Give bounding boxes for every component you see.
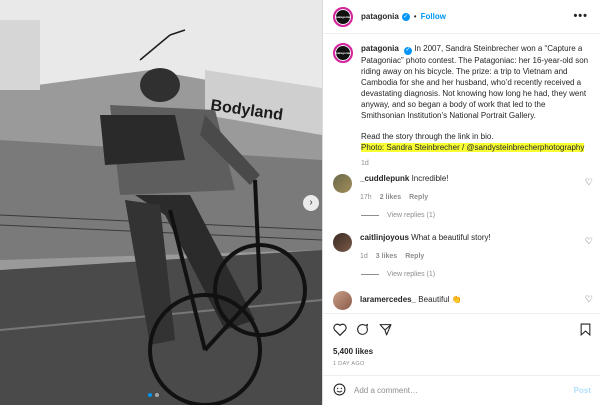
bookmark-icon[interactable] [580,323,591,338]
heart-icon[interactable]: ♡ [585,294,593,305]
comment-likes[interactable]: 2 likes [380,193,401,203]
comment-item: caitlinjoyous What a beautiful story! 1d… [333,233,595,262]
photo-illustration: Bodyland [0,0,322,405]
comment-meta: 1d 3 likes Reply [360,252,595,262]
divider [361,215,379,216]
comment-username[interactable]: caitlinjoyous [360,233,409,242]
comment-input[interactable] [354,386,574,395]
heart-icon[interactable]: ♡ [585,236,593,247]
separator: • [413,12,417,21]
comment-item: _cuddlepunk Incredible! 17h 2 likes Repl… [333,174,595,203]
add-comment-bar: Post [323,375,600,405]
view-replies-button[interactable]: View replies (1) [361,212,435,219]
avatar[interactable]: patagonia [333,6,353,27]
comment-body: caitlinjoyous What a beautiful story! 1d… [360,233,595,262]
heart-icon[interactable]: ♡ [585,177,593,188]
divider [361,274,379,275]
carousel-dot [155,393,159,397]
caption-text: In 2007, Sandra Steinbrecher won a “Capt… [361,44,589,120]
verified-badge-icon: ✓ [401,12,410,21]
commenter-avatar[interactable] [333,174,352,193]
comment-text: What a beautiful story! [411,233,491,242]
view-replies-button[interactable]: View replies (1) [361,271,435,278]
chevron-right-icon: › [309,197,313,208]
comment-meta: 17h 2 likes Reply [360,193,595,203]
comment-age: 17h [360,194,372,201]
smiley-icon[interactable] [333,383,346,398]
comment-text: Beautiful [418,295,450,304]
post-header: patagonia patagonia ✓ • Follow ••• [323,0,600,34]
comment-item: laramercedes_ Beautiful 👏 ♡ [333,291,595,310]
post-panel: patagonia patagonia ✓ • Follow ••• patag… [322,0,600,405]
comment-age: 1d [360,253,368,260]
comment-username[interactable]: laramercedes_ [360,295,416,304]
verified-badge-icon: ✓ [404,46,413,55]
post-photo[interactable]: Bodyland › [0,0,322,405]
post-caption: patagonia patagonia ✓ In 2007, Sandra St… [333,43,591,169]
more-options-icon[interactable]: ••• [573,10,588,22]
comment-likes[interactable]: 3 likes [376,252,397,262]
heart-icon[interactable] [333,323,347,338]
commenter-avatar[interactable] [333,291,352,310]
comment-reply-button[interactable]: Reply [409,193,428,203]
caption-photo-credit[interactable]: Photo: Sandra Steinbrecher / @sandystein… [361,142,585,152]
comment-body: laramercedes_ Beautiful 👏 [360,291,595,310]
share-icon[interactable] [379,323,392,338]
comment-body: _cuddlepunk Incredible! 17h 2 likes Repl… [360,174,595,203]
comment-username[interactable]: _cuddlepunk [360,174,409,183]
post-date: 1 DAY AGO [333,361,365,367]
header-username[interactable]: patagonia [361,12,399,21]
comment-icon[interactable] [356,323,369,338]
carousel-next-button[interactable]: › [303,195,319,211]
carousel-dot [148,393,152,397]
post-comment-button[interactable]: Post [574,386,591,395]
post-actions [323,313,600,345]
caption-age: 1d [361,159,369,167]
follow-button[interactable]: Follow [421,12,446,21]
likes-count[interactable]: 5,400 likes [333,347,373,356]
caption-read-more: Read the story through the link in bio. [361,131,494,141]
commenter-avatar[interactable] [333,233,352,252]
caption-username[interactable]: patagonia [361,44,399,53]
clapping-emoji: 👏 [451,295,462,304]
caption-avatar[interactable]: patagonia [333,43,353,63]
comment-reply-button[interactable]: Reply [405,252,424,262]
carousel-dots [148,393,159,397]
comment-text: Incredible! [411,174,449,183]
caption-body: patagonia ✓ In 2007, Sandra Steinbrecher… [361,43,591,169]
